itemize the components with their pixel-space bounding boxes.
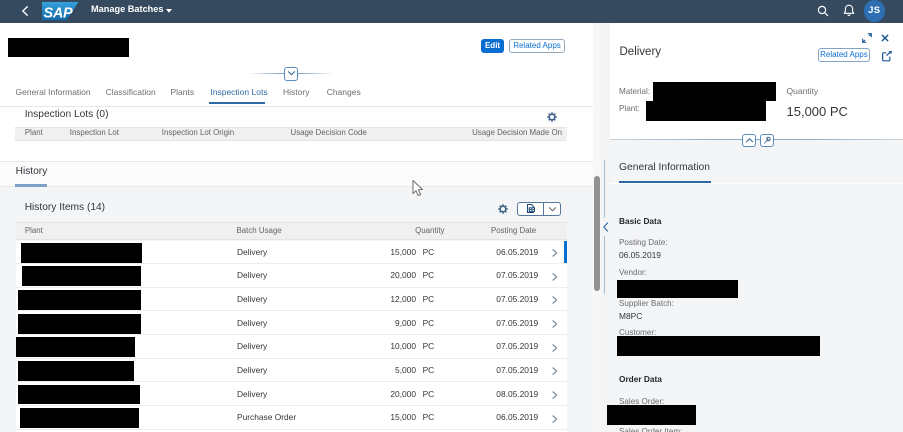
svg-text:SAP: SAP: [44, 5, 74, 20]
